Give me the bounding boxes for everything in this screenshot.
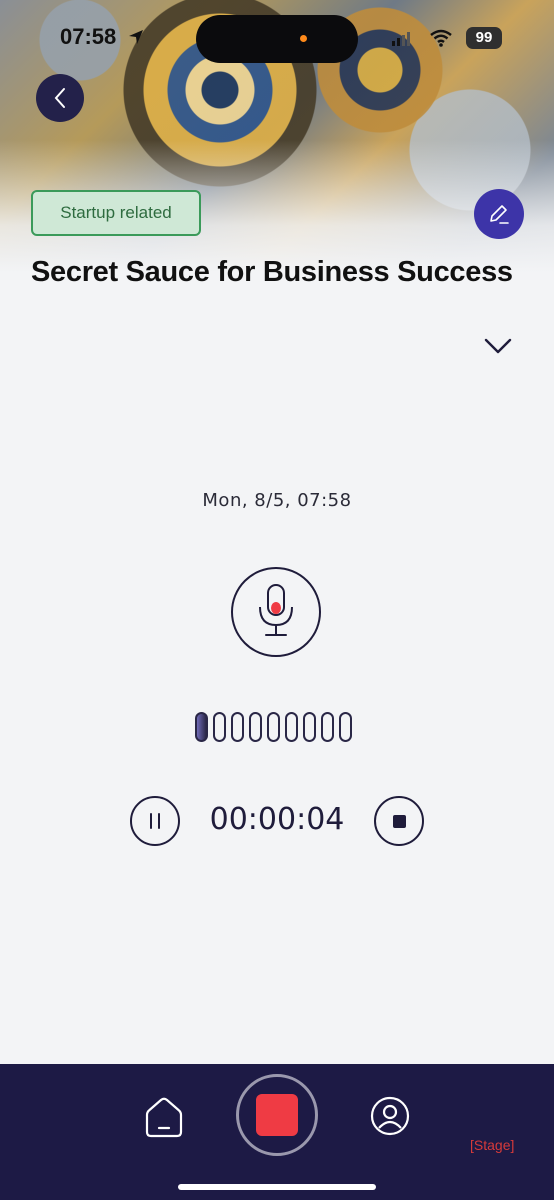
chevron-left-icon xyxy=(54,88,65,108)
level-bar xyxy=(231,712,244,742)
elapsed-timer: 00:00:04 xyxy=(209,802,345,837)
level-bar xyxy=(267,712,280,742)
home-indicator[interactable] xyxy=(178,1184,376,1190)
recording-sheet: Mon, 8/5, 07:58 00:00:04 xyxy=(0,300,554,1064)
back-button[interactable] xyxy=(36,74,84,122)
recording-indicator-dot xyxy=(300,35,307,42)
bottom-navigation: [Stage] xyxy=(0,1064,554,1200)
level-bar xyxy=(321,712,334,742)
wifi-icon xyxy=(430,29,452,47)
microphone-icon xyxy=(259,584,293,636)
chevron-down-icon[interactable] xyxy=(480,330,516,360)
page-title: Secret Sauce for Business Success xyxy=(31,256,513,288)
level-bar xyxy=(303,712,316,742)
pencil-icon xyxy=(490,205,509,224)
pause-icon xyxy=(150,813,160,829)
cellular-signal-icon xyxy=(392,32,410,46)
level-bar xyxy=(249,712,262,742)
level-bar xyxy=(339,712,352,742)
audio-level-meter xyxy=(195,712,352,742)
battery-indicator: 99 xyxy=(466,27,502,49)
edit-button[interactable] xyxy=(474,189,524,239)
environment-label: [Stage] xyxy=(470,1137,515,1153)
pause-button[interactable] xyxy=(130,796,180,846)
stop-icon xyxy=(392,814,406,828)
level-bar xyxy=(195,712,208,742)
status-bar: 07:58 99 xyxy=(0,15,554,63)
stop-button[interactable] xyxy=(374,796,424,846)
level-bar xyxy=(213,712,226,742)
level-bar xyxy=(285,712,298,742)
dynamic-island xyxy=(196,15,358,63)
home-icon[interactable] xyxy=(144,1096,184,1138)
record-button[interactable] xyxy=(236,1074,318,1156)
location-arrow-icon xyxy=(129,30,143,44)
record-icon xyxy=(256,1094,298,1136)
profile-icon[interactable] xyxy=(370,1096,410,1136)
microphone-indicator xyxy=(231,567,321,657)
category-tag[interactable]: Startup related xyxy=(31,190,201,236)
status-time: 07:58 xyxy=(60,24,117,49)
recording-date: Mon, 8/5, 07:58 xyxy=(202,490,352,511)
